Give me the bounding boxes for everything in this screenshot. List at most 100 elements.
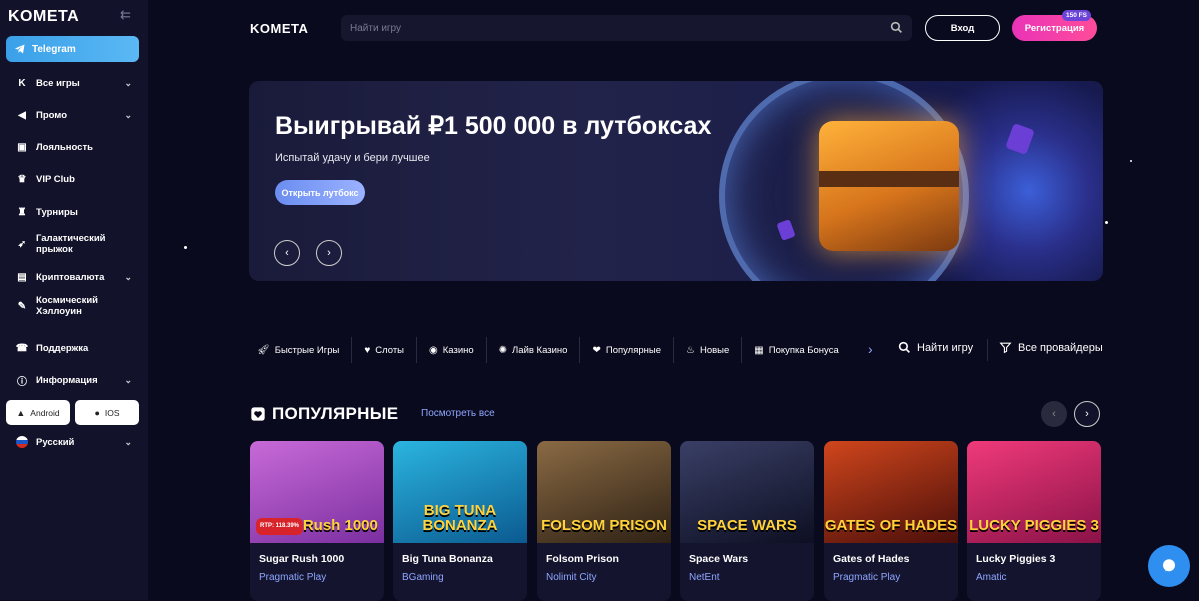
chat-button[interactable] <box>1148 545 1190 587</box>
game-provider[interactable]: Pragmatic Play <box>259 572 326 583</box>
rocket-icon: 🚀︎ <box>257 344 270 356</box>
search-icon[interactable] <box>890 21 903 34</box>
sidebar-item-label: Галактический прыжок <box>36 233 106 255</box>
chevron-down-icon: ⌄ <box>124 374 132 385</box>
tab-label: Лайв Казино <box>512 344 568 356</box>
see-all-link[interactable]: Посмотреть все <box>421 408 495 419</box>
tab-label: Покупка Бонуса <box>768 344 839 356</box>
game-thumbnail[interactable]: GATES OF HADES <box>824 441 958 543</box>
game-art-title: SPACE WARS <box>697 517 797 534</box>
sidebar-item-info[interactable]: ⓘ Информация ⌄ <box>0 373 148 388</box>
tab-label: Слоты <box>375 344 405 356</box>
login-button[interactable]: Вход <box>925 15 1000 41</box>
popular-next-button[interactable]: › <box>1074 401 1100 427</box>
crown-icon: ♛ <box>17 173 27 185</box>
sidebar-item-all-games[interactable]: K Все игры ⌄ <box>0 76 148 90</box>
game-art-title: GATES OF HADES <box>824 517 958 534</box>
language-selector[interactable]: Русский ⌄ <box>16 436 132 448</box>
collapse-sidebar-icon[interactable]: ⇇ <box>120 8 136 21</box>
popular-title-text: ПОПУЛЯРНЫЕ <box>272 404 399 423</box>
game-provider[interactable]: NetEnt <box>689 572 720 583</box>
tab-bonus-buy[interactable]: ▦ Покупка Бонуса <box>742 337 850 363</box>
game-provider[interactable]: BGaming <box>402 572 444 583</box>
telegram-icon <box>15 44 25 54</box>
tab-label: Новые <box>699 344 730 356</box>
game-thumbnail[interactable]: LUCKY PIGGIES 3 <box>967 441 1101 543</box>
fire-icon: ♨ <box>686 344 695 356</box>
tab-popular[interactable]: ❤ Популярные <box>580 337 674 363</box>
sidebar-item-crypto[interactable]: ▤ Криптовалюта ⌄ <box>0 270 148 284</box>
all-providers-button[interactable]: Все провайдеры <box>999 341 1103 354</box>
game-art-title: FOLSOM PRISON <box>541 517 667 534</box>
game-card[interactable]: BIG TUNA BONANZA Big Tuna Bonanza BGaming <box>393 441 527 601</box>
game-thumbnail[interactable]: BIG TUNA BONANZA <box>393 441 527 543</box>
chevron-down-icon: ⌄ <box>124 271 132 282</box>
header-logo[interactable]: KOMETA <box>250 21 308 36</box>
sidebar-item-loyalty[interactable]: ▣ Лояльность <box>0 140 148 154</box>
game-card[interactable]: FOLSOM PRISON Folsom Prison Nolimit City <box>537 441 671 601</box>
banner-next-button[interactable]: › <box>316 240 342 266</box>
crypto-icon: ▤ <box>17 271 27 283</box>
game-art-title: BIG TUNA BONANZA <box>422 502 498 534</box>
search-input[interactable] <box>350 22 870 34</box>
tab-casino[interactable]: ◉ Казино <box>417 337 487 363</box>
sidebar: KOMETA ⇇ Telegram K Все игры ⌄ ◀ Промо ⌄… <box>0 0 148 600</box>
tab-slots[interactable]: ♥ Слоты <box>352 337 418 363</box>
sidebar-item-space-halloween[interactable]: ✎ Космический Хэллоуин <box>0 294 148 318</box>
header-logo-text: KOMETA <box>250 21 309 36</box>
game-thumbnail[interactable]: Sugar Rush 1000 RTP: 118.39% <box>250 441 384 543</box>
game-art-title: LUCKY PIGGIES 3 <box>969 517 1099 534</box>
star-decoration <box>1105 221 1108 224</box>
open-lootbox-button[interactable]: Открыть лутбокс <box>275 180 365 205</box>
heart-badge-icon <box>251 407 265 421</box>
sidebar-logo[interactable]: KOMETA <box>8 8 79 26</box>
telegram-button[interactable]: Telegram <box>6 36 139 62</box>
categories-scroll-right-icon[interactable]: › <box>868 341 873 357</box>
android-label: Android <box>30 407 60 418</box>
chevron-right-icon: › <box>327 247 331 259</box>
popular-section-title: ПОПУЛЯРНЫЕ <box>250 404 398 424</box>
loyalty-icon: ▣ <box>17 141 27 153</box>
ios-button[interactable]: ● IOS <box>75 400 139 425</box>
game-thumbnail[interactable]: SPACE WARS <box>680 441 814 543</box>
tab-new[interactable]: ♨ Новые <box>674 337 743 363</box>
find-game-label: Найти игру <box>917 341 974 354</box>
promo-banner[interactable]: Выигрывай ₽1 500 000 в лутбоксах Испытай… <box>249 81 1103 281</box>
game-name: Big Tuna Bonanza <box>402 553 493 565</box>
star-decoration <box>1130 160 1132 162</box>
game-name: Gates of Hades <box>833 553 910 565</box>
game-card[interactable]: GATES OF HADES Gates of Hades Pragmatic Pl… <box>824 441 958 601</box>
android-button[interactable]: ▲ Android <box>6 400 70 425</box>
trophy-icon: ♜ <box>17 206 27 218</box>
banner-prev-button[interactable]: ‹ <box>274 240 300 266</box>
sidebar-item-label: Лояльность <box>36 141 93 153</box>
sidebar-item-label: VIP Club <box>36 173 75 185</box>
free-spins-badge: 150 FS <box>1062 10 1091 21</box>
game-provider[interactable]: Amatic <box>976 572 1007 583</box>
tab-fast-games[interactable]: 🚀︎ Быстрые Игры <box>249 337 353 363</box>
find-game-button[interactable]: Найти игру <box>898 341 973 354</box>
sidebar-item-tournaments[interactable]: ♜ Турниры <box>0 205 148 219</box>
search-icon <box>898 341 910 353</box>
sidebar-item-support[interactable]: ☎ Поддержка <box>0 341 148 355</box>
tab-live-casino[interactable]: ✺ Лайв Казино <box>487 337 581 363</box>
game-provider[interactable]: Pragmatic Play <box>833 572 900 583</box>
game-provider[interactable]: Nolimit City <box>546 572 597 583</box>
sidebar-item-vip-club[interactable]: ♛ VIP Club <box>0 172 148 186</box>
game-name: Folsom Prison <box>546 553 619 565</box>
sidebar-item-galactic-jump[interactable]: ➶ Галактический прыжок <box>0 232 148 256</box>
chevron-right-icon: › <box>1085 408 1089 420</box>
game-card[interactable]: LUCKY PIGGIES 3 Lucky Piggies 3 Amatic <box>967 441 1101 601</box>
game-thumbnail[interactable]: FOLSOM PRISON <box>537 441 671 543</box>
kometa-k-icon: K <box>18 77 26 89</box>
game-card[interactable]: SPACE WARS Space Wars NetEnt <box>680 441 814 601</box>
popular-prev-button[interactable]: ‹ <box>1041 401 1067 427</box>
search-bar[interactable] <box>341 15 912 41</box>
game-card[interactable]: Sugar Rush 1000 RTP: 118.39% Sugar Rush 10… <box>250 441 384 601</box>
filter-icon <box>999 342 1012 354</box>
sidebar-item-promo[interactable]: ◀ Промо ⌄ <box>0 108 148 122</box>
sidebar-item-label: Космический Хэллоуин <box>36 295 99 317</box>
category-tabs: 🚀︎ Быстрые Игры ♥ Слоты ◉ Казино ✺ Лайв Кази… <box>249 337 851 363</box>
gift-icon: ▦ <box>754 344 764 356</box>
language-label: Русский <box>36 436 75 448</box>
